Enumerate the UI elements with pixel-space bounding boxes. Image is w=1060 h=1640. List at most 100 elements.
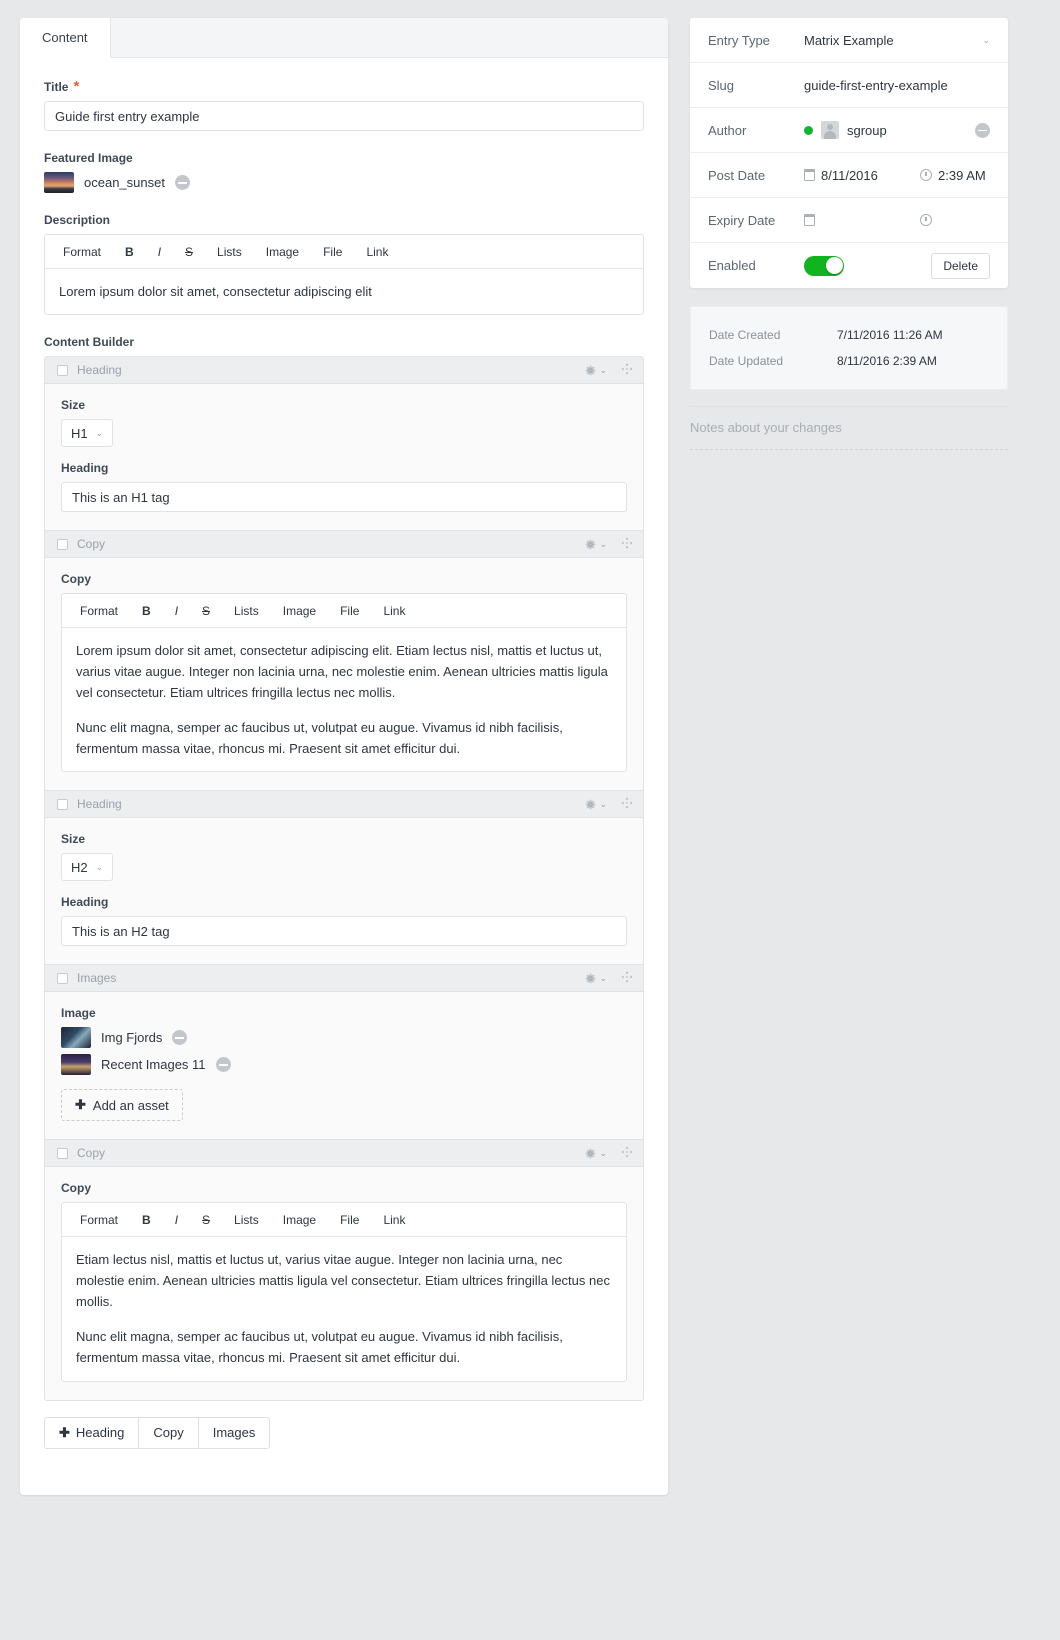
heading-input[interactable]: This is an H1 tag (61, 482, 627, 513)
file-button[interactable]: File (328, 594, 371, 628)
block-settings-button[interactable]: ⌄ (584, 538, 607, 551)
post-time-input[interactable]: 2:39 AM (920, 168, 1008, 183)
plus-icon: ✚ (75, 1097, 86, 1113)
lists-button[interactable]: Lists (205, 235, 254, 269)
block-settings-button[interactable]: ⌄ (584, 798, 607, 811)
move-handle-icon (621, 1146, 633, 1158)
remove-asset-icon[interactable] (174, 175, 190, 190)
block-body: Image Img Fjords Recent Images 11 ✚ Add … (45, 992, 643, 1139)
link-button[interactable]: Link (371, 594, 417, 628)
copy-paragraph: Nunc elit magna, semper ac faucibus ut, … (76, 1329, 563, 1366)
link-button[interactable]: Link (371, 1203, 417, 1237)
block-settings-button[interactable]: ⌄ (584, 364, 607, 377)
format-button[interactable]: Format (68, 594, 130, 628)
remove-author-icon[interactable] (975, 122, 990, 138)
chevron-down-icon: ⌄ (95, 861, 104, 872)
block-checkbox[interactable] (57, 538, 68, 550)
block-checkbox[interactable] (57, 972, 68, 984)
gear-icon (586, 973, 596, 984)
add-asset-button[interactable]: ✚ Add an asset (61, 1089, 183, 1122)
lists-button[interactable]: Lists (222, 594, 271, 628)
featured-image-asset-row[interactable]: ocean_sunset (44, 172, 644, 193)
format-button[interactable]: Format (68, 1203, 130, 1237)
entry-editor-page: Content Title * Guide first entry exampl… (0, 0, 1060, 1640)
block-body: Size H2 ⌄ Heading This is an H2 tag (45, 818, 643, 964)
field-content-builder: Content Builder Heading ⌄ Size H1 ⌄ Head… (44, 335, 644, 1449)
bold-button[interactable]: B (130, 594, 163, 628)
block-checkbox[interactable] (57, 364, 68, 376)
strikethrough-button[interactable]: S (190, 1203, 222, 1237)
copy-editor-body[interactable]: Lorem ipsum dolor sit amet, consectetur … (62, 628, 626, 771)
image-button[interactable]: Image (271, 1203, 328, 1237)
avatar (821, 121, 839, 139)
matrix-block: Heading ⌄ (45, 791, 643, 966)
block-move-handle[interactable] (621, 363, 633, 378)
delete-button[interactable]: Delete (931, 252, 990, 279)
block-type-label: Heading (77, 797, 122, 812)
bold-button[interactable]: B (130, 1203, 163, 1237)
description-editor-body[interactable]: Lorem ipsum dolor sit amet, consectetur … (45, 269, 643, 314)
image-button[interactable]: Image (254, 235, 311, 269)
link-button[interactable]: Link (354, 235, 400, 269)
italic-button[interactable]: I (146, 235, 173, 269)
chevron-down-icon: ⌄ (599, 538, 607, 549)
add-copy-block-button[interactable]: Copy (138, 1416, 198, 1449)
italic-button[interactable]: I (163, 1203, 190, 1237)
asset-thumbnail (44, 172, 74, 193)
row-entry-type: Entry Type Matrix Example ⌄ (690, 18, 1008, 63)
chevron-down-icon: ⌄ (599, 798, 607, 809)
size-select[interactable]: H1 ⌄ (61, 419, 114, 448)
expiry-time-input[interactable] (920, 214, 1008, 226)
block-move-handle[interactable] (621, 797, 633, 812)
lists-button[interactable]: Lists (222, 1203, 271, 1237)
entry-type-label: Entry Type (708, 32, 770, 48)
entry-type-select[interactable]: Matrix Example ⌄ (804, 33, 990, 48)
remove-asset-icon[interactable] (215, 1057, 231, 1073)
copy-editor-toolbar: Format B I S Lists Image File Link (62, 594, 626, 629)
block-settings-button[interactable]: ⌄ (584, 1147, 607, 1160)
file-button[interactable]: File (311, 235, 354, 269)
image-label: Image (61, 1006, 96, 1021)
remove-asset-icon[interactable] (172, 1030, 188, 1046)
size-select[interactable]: H2 ⌄ (61, 853, 114, 882)
timestamps-card: Date Created 7/11/2016 11:26 AM Date Upd… (690, 306, 1008, 390)
italic-button[interactable]: I (163, 594, 190, 628)
tab-content[interactable]: Content (20, 18, 111, 58)
strikethrough-button[interactable]: S (173, 235, 205, 269)
format-button[interactable]: Format (51, 235, 113, 269)
featured-image-label: Featured Image (44, 151, 133, 165)
copy-paragraph: Etiam lectus nisl, mattis et luctus ut, … (76, 1252, 610, 1310)
entry-type-value: Matrix Example (804, 32, 894, 48)
copy-label: Copy (61, 572, 91, 587)
bold-button[interactable]: B (113, 235, 146, 269)
expiry-date-input[interactable] (803, 214, 912, 226)
author-field[interactable]: sgroup (804, 121, 990, 139)
block-checkbox[interactable] (57, 798, 68, 810)
block-move-handle[interactable] (621, 1146, 633, 1161)
title-input[interactable]: Guide first entry example (44, 101, 644, 131)
revision-notes-input[interactable]: Notes about your changes (690, 406, 1008, 450)
add-images-label: Images (212, 1425, 256, 1441)
size-select-value: H2 (71, 859, 88, 875)
slug-input[interactable]: guide-first-entry-example (804, 78, 990, 93)
list-item[interactable]: Img Fjords (61, 1027, 627, 1049)
add-images-block-button[interactable]: Images (197, 1416, 271, 1449)
add-heading-block-button[interactable]: ✚ Heading (44, 1416, 139, 1449)
copy-editor-body[interactable]: Etiam lectus nisl, mattis et luctus ut, … (62, 1237, 626, 1380)
date-created-value: 7/11/2016 11:26 AM (837, 328, 943, 342)
enabled-toggle[interactable] (804, 255, 844, 276)
size-label: Size (61, 398, 86, 413)
clock-icon (920, 169, 932, 181)
file-button[interactable]: File (328, 1203, 371, 1237)
block-checkbox[interactable] (57, 1147, 68, 1159)
block-move-handle[interactable] (621, 971, 633, 986)
chevron-down-icon: ⌄ (95, 427, 104, 438)
image-button[interactable]: Image (271, 594, 328, 628)
list-item[interactable]: Recent Images 11 (61, 1054, 627, 1076)
strikethrough-button[interactable]: S (190, 594, 222, 628)
post-date-input[interactable]: 8/11/2016 (803, 168, 912, 183)
block-move-handle[interactable] (621, 537, 633, 552)
expiry-date-label: Expiry Date (708, 212, 776, 228)
heading-input[interactable]: This is an H2 tag (61, 916, 627, 947)
block-settings-button[interactable]: ⌄ (584, 972, 607, 985)
